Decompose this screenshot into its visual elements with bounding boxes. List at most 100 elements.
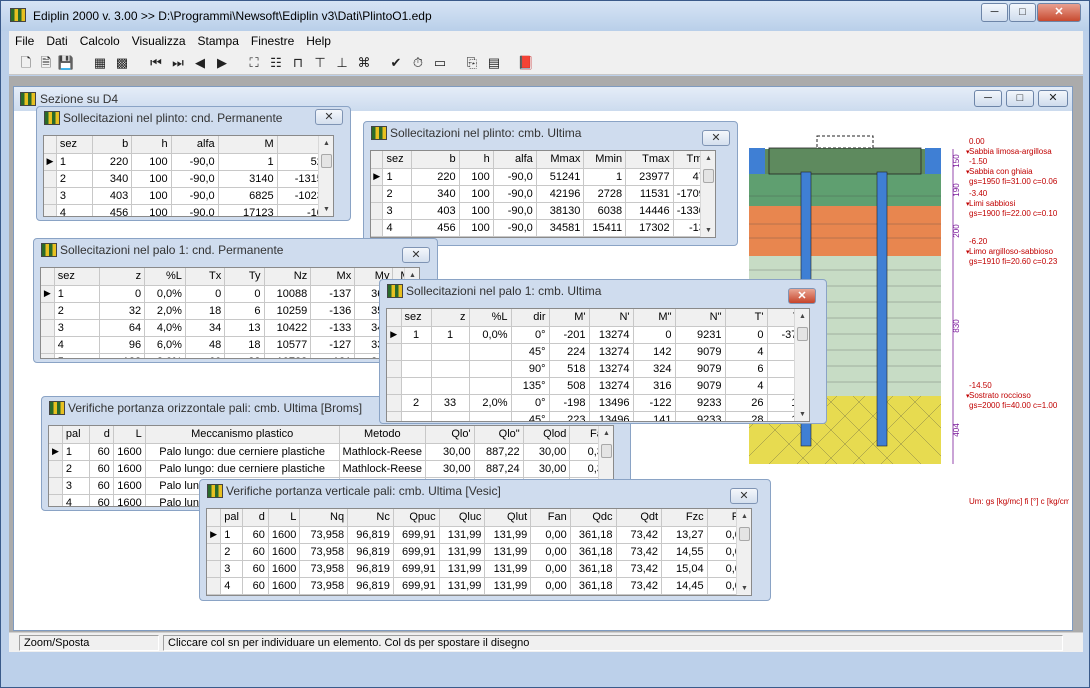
table-cell[interactable]: 100 [131, 153, 172, 171]
table-cell[interactable]: 73,958 [299, 526, 349, 544]
column-header[interactable]: Qdc [570, 509, 617, 527]
table-cell[interactable]: 1600 [268, 560, 301, 578]
table-cell[interactable] [469, 343, 512, 361]
row-indicator[interactable] [207, 560, 222, 578]
menu-stampa[interactable]: Stampa [192, 31, 245, 51]
table-cell[interactable]: 10259 [264, 302, 312, 320]
window-close-button[interactable]: ✕ [788, 288, 816, 304]
table-cell[interactable]: 699,91 [393, 577, 440, 595]
column-header[interactable]: M [218, 136, 278, 154]
table-row[interactable]: 2 340 100 -90,0 3140 -13152 [44, 170, 333, 188]
maximize-button[interactable]: □ [1009, 3, 1036, 22]
table-cell[interactable]: 0 [224, 285, 265, 303]
table-cell[interactable]: 0 [633, 326, 676, 344]
column-header[interactable]: Qlod [523, 426, 571, 444]
table-cell[interactable]: 0,0% [469, 326, 512, 344]
table-cell[interactable]: 403 [92, 187, 133, 205]
copy-icon[interactable]: ⎘ [463, 54, 481, 72]
row-indicator[interactable]: ▶ [387, 326, 402, 344]
report-icon[interactable]: ▤ [485, 54, 503, 72]
data-grid[interactable]: sez b h alfa Mmax Mmin Tmax Tmin ▶ 1 220 100 -90,0 51… [370, 150, 716, 238]
menu-dati[interactable]: Dati [40, 31, 73, 51]
last-icon[interactable]: ⏭ [169, 54, 187, 72]
table-cell[interactable]: 4 [725, 377, 768, 395]
table-cell[interactable]: 9079 [675, 343, 726, 361]
table-cell[interactable]: 30,00 [425, 460, 475, 478]
scroll-up-icon[interactable]: ▲ [701, 153, 715, 165]
table-cell[interactable]: 6 [725, 360, 768, 378]
table-cell[interactable]: 13,27 [661, 526, 708, 544]
table-cell[interactable]: 100 [459, 168, 494, 186]
table-cell[interactable]: 2,0% [469, 394, 512, 412]
row-indicator[interactable] [387, 394, 402, 412]
table-cell[interactable]: 34 [185, 319, 226, 337]
table-cell[interactable]: 33 [431, 394, 470, 412]
table-cell[interactable]: 60 [89, 443, 114, 461]
section-close-button[interactable]: ✕ [1038, 90, 1068, 107]
table-cell[interactable]: 508 [549, 377, 590, 395]
scroll-thumb[interactable] [797, 327, 808, 341]
table-cell[interactable]: 1600 [113, 460, 146, 478]
table-cell[interactable]: 887,22 [474, 443, 524, 461]
table-row[interactable]: 4 60 1600 73,958 96,819 699,91 131,99 131,99 0,0… [207, 577, 751, 595]
table-cell[interactable]: 131,99 [484, 543, 532, 561]
table-cell[interactable]: 340 [411, 185, 460, 203]
soil-icon[interactable]: ⌘ [355, 54, 373, 72]
table-cell[interactable]: 3 [382, 202, 412, 220]
table-row[interactable]: 90°51813274324907960 [387, 360, 808, 378]
column-header[interactable]: Nc [347, 509, 394, 527]
table-cell[interactable]: 0 [725, 326, 768, 344]
column-header[interactable]: Qluc [439, 509, 486, 527]
table-cell[interactable]: 699,91 [393, 543, 440, 561]
column-header[interactable]: Metodo [339, 426, 427, 444]
win6-titlebar[interactable]: Verifiche portanza verticale pali: cmb. … [200, 480, 770, 504]
foundation-icon[interactable]: ⊥ [333, 54, 351, 72]
table-cell[interactable]: 1600 [268, 577, 301, 595]
table-cell[interactable]: 73,958 [299, 560, 349, 578]
table-cell[interactable]: 128 [99, 353, 146, 358]
column-header[interactable]: Qlut [484, 509, 532, 527]
column-header[interactable]: N' [589, 309, 634, 327]
table-cell[interactable]: 9079 [675, 360, 726, 378]
table-cell[interactable] [431, 360, 470, 378]
table-cell[interactable]: -137 [310, 285, 356, 303]
table-row[interactable]: 45°2231349614192332815 [387, 411, 808, 421]
vertical-scrollbar[interactable]: ▲▼ [736, 509, 751, 595]
forward-icon[interactable]: ▶ [213, 54, 231, 72]
table-cell[interactable]: 131,99 [484, 560, 532, 578]
column-header[interactable]: z [99, 268, 146, 286]
beam-icon[interactable]: ⊓ [289, 54, 307, 72]
table-cell[interactable]: 14,45 [661, 577, 708, 595]
column-header[interactable]: h [131, 136, 172, 154]
data-grid[interactable]: sezz%LdirM'N'M"N"T'T"▶110,0%0°-201132740… [386, 308, 810, 422]
menu-help[interactable]: Help [300, 31, 337, 51]
table-cell[interactable]: 1600 [113, 494, 146, 506]
check-icon[interactable]: ✔ [387, 54, 405, 72]
window-close-button[interactable]: ✕ [702, 130, 730, 146]
back-icon[interactable]: ◀ [191, 54, 209, 72]
table-cell[interactable]: 96,819 [347, 560, 394, 578]
table-cell[interactable]: 34581 [536, 219, 585, 237]
table-cell[interactable]: 100 [459, 202, 494, 220]
table-cell[interactable]: 1 [218, 153, 278, 171]
row-indicator[interactable] [41, 319, 55, 337]
table-cell[interactable]: -133 [310, 319, 356, 337]
table-cell[interactable]: 224 [549, 343, 590, 361]
table-cell[interactable]: 14,55 [661, 543, 708, 561]
table-cell[interactable]: 38130 [536, 202, 585, 220]
table-cell[interactable]: 30,00 [523, 460, 571, 478]
table-cell[interactable]: 0,00 [530, 526, 571, 544]
row-indicator[interactable]: ▶ [49, 443, 63, 461]
vertical-scrollbar[interactable]: ▲▼ [318, 136, 333, 216]
section-maximize-button[interactable]: □ [1006, 90, 1034, 107]
table-cell[interactable]: 887,24 [474, 460, 524, 478]
window-close-button[interactable]: ✕ [730, 488, 758, 504]
scroll-down-icon[interactable]: ▼ [737, 583, 751, 595]
column-header[interactable]: Meccanismo plastico [145, 426, 340, 444]
table-cell[interactable]: 13274 [589, 360, 634, 378]
table-cell[interactable]: 9233 [675, 411, 726, 421]
table-cell[interactable]: 73,958 [299, 543, 349, 561]
scroll-down-icon[interactable]: ▼ [701, 225, 715, 237]
table-cell[interactable]: 100 [459, 219, 494, 237]
column-header[interactable]: Ty [224, 268, 265, 286]
